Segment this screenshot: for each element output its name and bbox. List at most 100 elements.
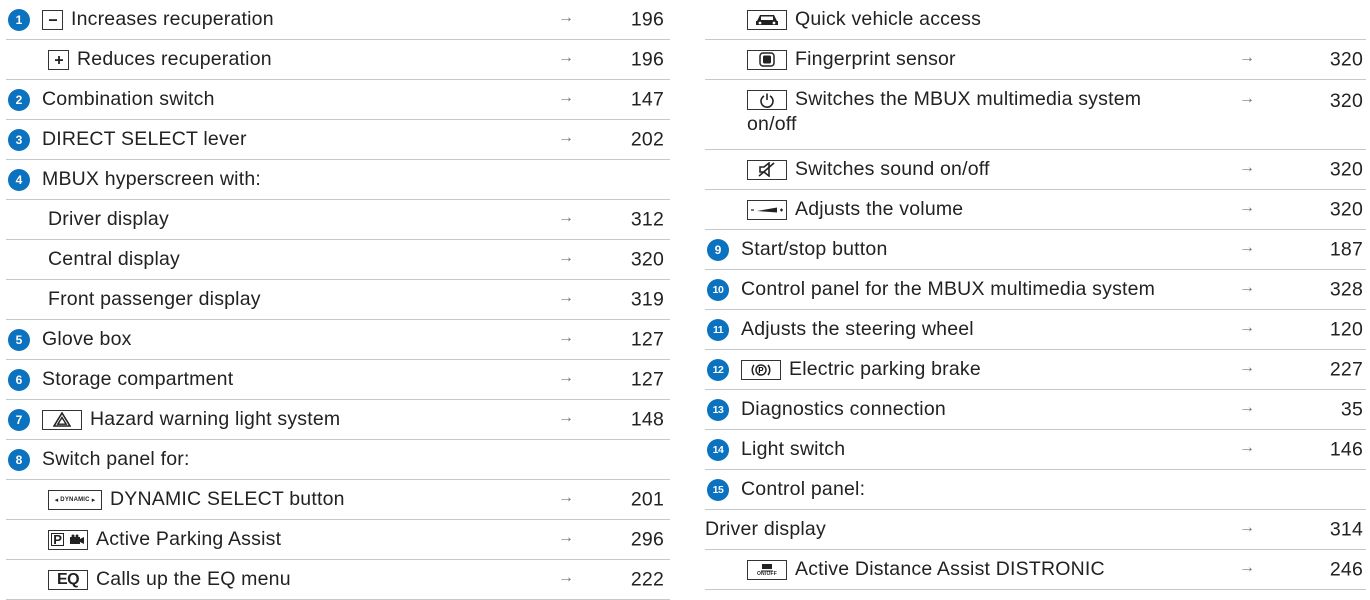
list-item: 12 P Electric parking brake → 227 [705, 350, 1366, 390]
page-reference: 35 [1340, 398, 1363, 420]
item-label: Reduces recuperation [77, 48, 272, 70]
list-item: Driver display → 314 [705, 510, 1366, 550]
item-label: Control panel: [741, 478, 866, 500]
arrow-icon: → [1239, 398, 1256, 416]
list-item: 8 Switch panel for: [6, 440, 670, 480]
page-reference: 320 [630, 248, 664, 270]
plus-key-icon [48, 49, 69, 70]
item-label: Switches the MBUX multimedia system on/o… [747, 88, 1142, 135]
arrow-icon: → [558, 488, 575, 506]
arrow-icon: → [1239, 48, 1256, 66]
list-item: 4 MBUX hyperscreen with: [6, 160, 670, 200]
page-reference: 120 [1329, 318, 1363, 340]
arrow-icon: → [1239, 198, 1256, 216]
item-label: Central display [48, 248, 180, 270]
arrow-icon: → [558, 88, 575, 106]
item-label: Quick vehicle access [795, 8, 982, 30]
item-label: Start/stop button [741, 238, 888, 260]
right-column: Quick vehicle access Fingerprint sensor … [705, 0, 1366, 590]
item-label: Storage compartment [42, 368, 234, 390]
hazard-warning-icon [42, 409, 82, 430]
list-item: Reduces recuperation → 196 [6, 40, 670, 80]
item-label: Light switch [741, 438, 846, 460]
page-reference: 222 [630, 568, 664, 590]
page-reference: 147 [630, 88, 664, 110]
page-reference: 312 [630, 208, 664, 230]
item-label: Front passenger display [48, 288, 261, 310]
item-number-badge: 12 [707, 358, 729, 381]
list-item: 14 Light switch → 146 [705, 430, 1366, 470]
list-item: 11 Adjusts the steering wheel → 120 [705, 310, 1366, 350]
page-reference: 227 [1329, 358, 1363, 380]
page-reference: 328 [1329, 278, 1363, 300]
arrow-icon: → [1239, 558, 1256, 576]
arrow-icon: → [558, 8, 575, 26]
item-number-badge: 6 [8, 368, 30, 391]
item-label: Driver display [48, 208, 169, 230]
arrow-icon: → [558, 48, 575, 66]
item-number-badge: 7 [8, 408, 30, 431]
item-number-badge: 13 [707, 398, 729, 421]
distronic-key-text: ON/OFF [756, 570, 778, 577]
item-number-badge: 11 [707, 318, 729, 341]
parking-key-text: P [51, 532, 65, 547]
fingerprint-icon [747, 49, 787, 70]
item-label: Active Distance Assist DISTRONIC [795, 558, 1105, 580]
arrow-icon: → [1239, 90, 1256, 107]
item-number-badge: 15 [707, 478, 729, 501]
item-label: Increases recuperation [71, 8, 274, 30]
list-item: Adjusts the volume → 320 [705, 190, 1366, 230]
power-icon [747, 90, 787, 110]
arrow-icon: → [558, 128, 575, 146]
page: 1 Increases recuperation → 196 Reduces r… [0, 0, 1370, 600]
distronic-key-icon: ON/OFF [747, 559, 787, 580]
page-reference: 202 [630, 128, 664, 150]
list-item: 7 Hazard warning light system → 148 [6, 400, 670, 440]
list-item: Driver display → 312 [6, 200, 670, 240]
list-item: 6 Storage compartment → 127 [6, 360, 670, 400]
item-label: Combination switch [42, 88, 215, 110]
arrow-icon: → [558, 328, 575, 346]
arrow-icon: → [558, 528, 575, 546]
arrow-icon: → [1239, 278, 1256, 296]
item-number-badge: 4 [8, 168, 30, 191]
list-item: 9 Start/stop button → 187 [705, 230, 1366, 270]
list-item: Front passenger display → 319 [6, 280, 670, 320]
list-item: Switches sound on/off → 320 [705, 150, 1366, 190]
dynamic-key-text: DYNAMIC [60, 496, 90, 503]
list-item: 13 Diagnostics connection → 35 [705, 390, 1366, 430]
arrow-icon: → [558, 408, 575, 426]
page-reference: 148 [630, 408, 664, 430]
mute-icon [747, 159, 787, 180]
item-label: Switch panel for: [42, 448, 190, 470]
item-number-badge: 1 [8, 8, 30, 31]
item-number-badge: 14 [707, 438, 729, 461]
page-reference: 127 [630, 328, 664, 350]
volume-icon [747, 199, 787, 220]
arrow-icon: → [1239, 238, 1256, 256]
page-reference: 146 [1329, 438, 1363, 460]
list-item: Central display → 320 [6, 240, 670, 280]
item-label: Fingerprint sensor [795, 48, 956, 70]
arrow-icon: → [1239, 438, 1256, 456]
item-label: Glove box [42, 328, 132, 350]
page-reference: 127 [630, 368, 664, 390]
arrow-icon: → [558, 288, 575, 306]
list-item: 5 Glove box → 127 [6, 320, 670, 360]
list-item: 15 Control panel: [705, 470, 1366, 510]
page-reference: 196 [630, 48, 664, 70]
item-number-badge: 8 [8, 448, 30, 471]
page-reference: 320 [1329, 48, 1363, 70]
item-label: Control panel for the MBUX multimedia sy… [741, 278, 1156, 300]
item-label: Diagnostics connection [741, 398, 946, 420]
parking-brake-icon: P [741, 359, 781, 380]
item-label-wrap: Switches the MBUX multimedia system on/o… [705, 80, 1187, 137]
dynamic-select-key-icon: ◂ DYNAMIC ▸ [48, 489, 102, 510]
list-item: P Active Parking Assist → 296 [6, 520, 670, 560]
arrow-icon: → [1239, 158, 1256, 176]
page-reference: 320 [1329, 198, 1363, 220]
parking-assist-key-icon: P [48, 529, 88, 550]
minus-key-icon [42, 9, 63, 30]
item-number-badge: 3 [8, 128, 30, 151]
list-item: ON/OFF Active Distance Assist DISTRONIC … [705, 550, 1366, 590]
